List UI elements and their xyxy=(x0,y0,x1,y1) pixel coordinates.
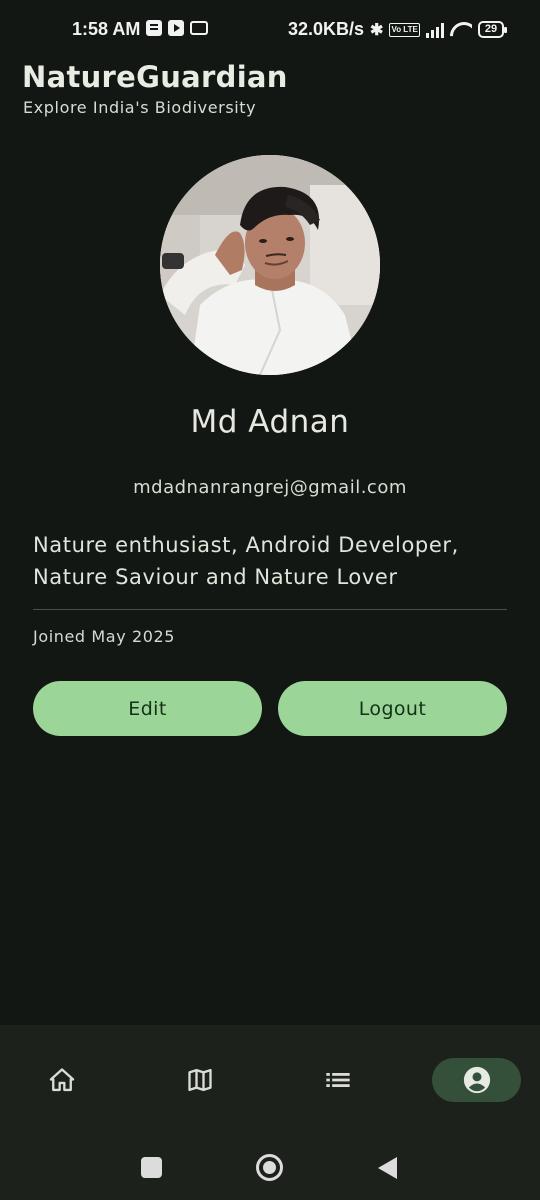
edit-button[interactable]: Edit xyxy=(33,681,262,736)
chat-notification-icon xyxy=(146,20,162,36)
wifi-icon xyxy=(450,22,472,38)
nav-item-profile[interactable] xyxy=(432,1058,521,1102)
profile-bio: Nature enthusiast, Android Developer, Na… xyxy=(33,533,459,589)
network-speed: 32.0KB/s xyxy=(288,19,365,39)
profile-avatar xyxy=(160,155,380,375)
back-button[interactable] xyxy=(378,1157,397,1179)
nav-item-map[interactable] xyxy=(178,1058,222,1102)
youtube-notification-icon xyxy=(168,20,184,36)
nav-item-list[interactable] xyxy=(316,1058,360,1102)
app-title: NatureGuardian xyxy=(22,60,288,94)
status-time: 1:58 AM xyxy=(72,19,141,39)
signal-icon xyxy=(425,22,444,38)
status-indicators: 32.0KB/s ✱ Vo LTE 29 xyxy=(288,19,508,40)
volte-badge: Vo LTE xyxy=(389,22,420,37)
system-navigation xyxy=(0,1135,540,1200)
home-icon xyxy=(49,1068,75,1092)
nav-item-home[interactable] xyxy=(40,1058,84,1102)
list-icon xyxy=(326,1073,350,1087)
divider xyxy=(33,609,507,610)
system-home-button[interactable] xyxy=(256,1154,283,1181)
bluetooth-icon: ✱ xyxy=(370,21,384,39)
bottom-navigation xyxy=(0,1025,540,1135)
joined-date: Joined May 2025 xyxy=(33,627,176,646)
account-circle-icon xyxy=(463,1066,490,1094)
map-icon xyxy=(188,1068,212,1092)
profile-name: Md Adnan xyxy=(190,404,350,440)
app-subtitle: Explore India's Biodiversity xyxy=(23,98,257,117)
battery-icon: 29 xyxy=(477,21,508,38)
recent-apps-button[interactable] xyxy=(141,1157,162,1178)
gallery-notification-icon xyxy=(190,21,208,35)
status-bar: 1:58 AM 32.0KB/s ✱ Vo LTE 29 xyxy=(0,0,540,60)
avatar-photo xyxy=(160,155,380,375)
notification-icons xyxy=(146,20,208,36)
logout-button[interactable]: Logout xyxy=(278,681,507,736)
profile-email: mdadnanrangrej@gmail.com xyxy=(133,477,407,498)
